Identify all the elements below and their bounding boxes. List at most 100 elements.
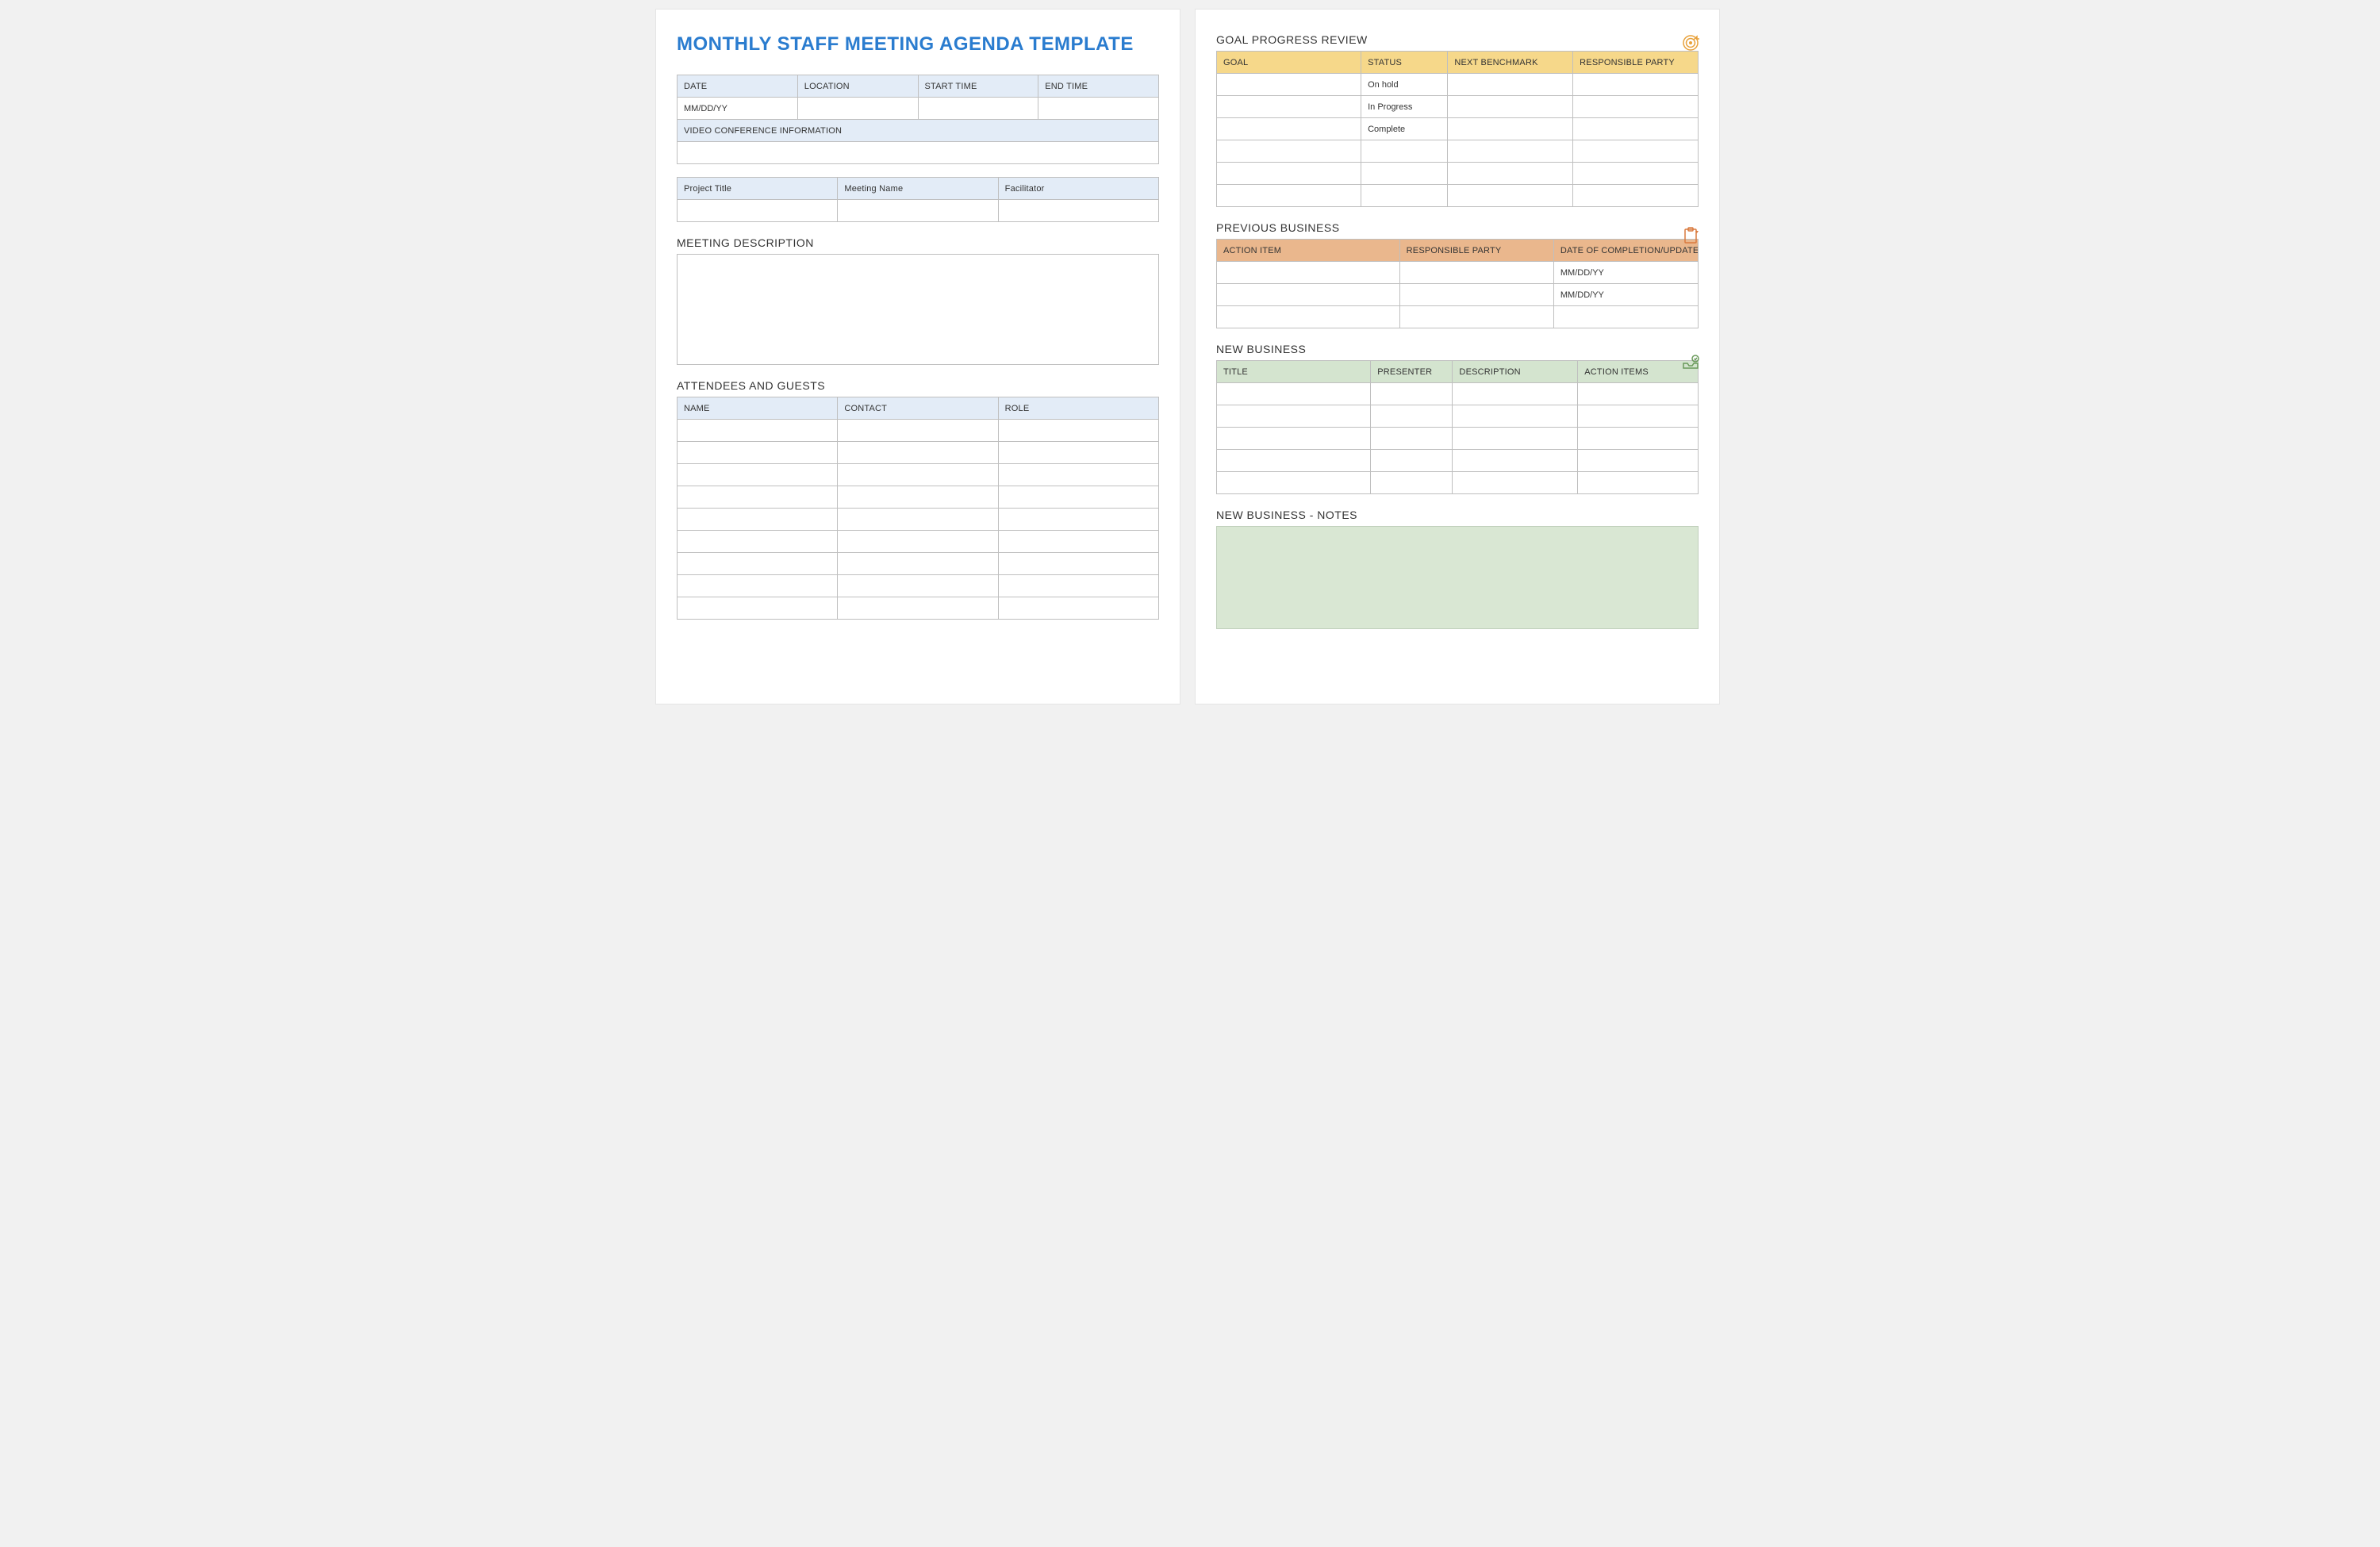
- table-cell[interactable]: [1371, 428, 1453, 450]
- start-time-cell[interactable]: [918, 98, 1038, 120]
- table-cell[interactable]: [1399, 284, 1553, 306]
- table-cell[interactable]: [998, 442, 1158, 464]
- table-row: [678, 464, 1159, 486]
- table-cell[interactable]: [1217, 185, 1361, 207]
- table-cell[interactable]: [1453, 450, 1578, 472]
- table-cell[interactable]: [1217, 163, 1361, 185]
- table-cell[interactable]: [678, 553, 838, 575]
- table-cell[interactable]: [1578, 405, 1699, 428]
- table-cell[interactable]: [1217, 472, 1371, 494]
- table-cell[interactable]: [838, 597, 998, 620]
- table-cell[interactable]: [838, 442, 998, 464]
- table-cell[interactable]: [1453, 428, 1578, 450]
- table-cell[interactable]: [1578, 383, 1699, 405]
- table-cell[interactable]: [678, 597, 838, 620]
- table-cell[interactable]: [678, 575, 838, 597]
- table-cell[interactable]: [1578, 428, 1699, 450]
- table-cell[interactable]: [1399, 262, 1553, 284]
- table-cell[interactable]: [1448, 118, 1573, 140]
- table-cell[interactable]: [998, 531, 1158, 553]
- table-cell[interactable]: [1371, 383, 1453, 405]
- table-cell[interactable]: [678, 531, 838, 553]
- table-cell[interactable]: [678, 420, 838, 442]
- table-cell[interactable]: [1217, 140, 1361, 163]
- table-cell[interactable]: [1448, 163, 1573, 185]
- date-cell[interactable]: MM/DD/YY: [678, 98, 798, 120]
- table-cell[interactable]: [1573, 118, 1699, 140]
- table-cell[interactable]: [678, 442, 838, 464]
- table-cell[interactable]: [1399, 306, 1553, 328]
- table-cell[interactable]: [1578, 450, 1699, 472]
- table-cell[interactable]: On hold: [1361, 74, 1448, 96]
- table-cell[interactable]: [1217, 262, 1400, 284]
- table-cell[interactable]: [1448, 74, 1573, 96]
- table-cell[interactable]: [1453, 472, 1578, 494]
- table-row: Complete: [1217, 118, 1699, 140]
- table-cell[interactable]: [1371, 450, 1453, 472]
- facilitator-cell[interactable]: [998, 200, 1158, 222]
- table-cell[interactable]: MM/DD/YY: [1553, 262, 1698, 284]
- table-row: [678, 420, 1159, 442]
- table-cell[interactable]: [998, 464, 1158, 486]
- table-cell[interactable]: [1217, 306, 1400, 328]
- table-cell[interactable]: [1573, 140, 1699, 163]
- table-cell[interactable]: [1453, 383, 1578, 405]
- meeting-name-cell[interactable]: [838, 200, 998, 222]
- table-cell[interactable]: [1573, 185, 1699, 207]
- table-cell[interactable]: [1217, 74, 1361, 96]
- table-cell[interactable]: [1371, 405, 1453, 428]
- table-cell[interactable]: [1217, 383, 1371, 405]
- table-row: MM/DD/YY: [1217, 262, 1699, 284]
- project-title-cell[interactable]: [678, 200, 838, 222]
- table-cell[interactable]: [1448, 140, 1573, 163]
- table-cell[interactable]: [998, 420, 1158, 442]
- meeting-info-header: END TIME: [1038, 75, 1159, 98]
- video-conf-cell[interactable]: [678, 142, 1159, 164]
- table-cell[interactable]: [838, 509, 998, 531]
- meeting-description-box[interactable]: [677, 254, 1159, 365]
- end-time-cell[interactable]: [1038, 98, 1159, 120]
- table-cell[interactable]: [1553, 306, 1698, 328]
- table-cell[interactable]: MM/DD/YY: [1553, 284, 1698, 306]
- table-cell[interactable]: [1361, 185, 1448, 207]
- table-cell[interactable]: [1573, 74, 1699, 96]
- table-cell[interactable]: [1361, 140, 1448, 163]
- table-cell[interactable]: [1217, 428, 1371, 450]
- table-cell[interactable]: [998, 486, 1158, 509]
- table-cell[interactable]: [838, 575, 998, 597]
- table-cell[interactable]: [1573, 163, 1699, 185]
- table-cell[interactable]: Complete: [1361, 118, 1448, 140]
- table-row: [1217, 306, 1699, 328]
- table-cell[interactable]: [838, 553, 998, 575]
- table-cell[interactable]: [1578, 472, 1699, 494]
- table-cell[interactable]: [678, 464, 838, 486]
- table-cell[interactable]: [838, 464, 998, 486]
- table-cell[interactable]: [1217, 96, 1361, 118]
- table-cell[interactable]: [998, 575, 1158, 597]
- location-cell[interactable]: [797, 98, 918, 120]
- attendees-header: CONTACT: [838, 397, 998, 420]
- table-cell[interactable]: [998, 509, 1158, 531]
- table-cell[interactable]: In Progress: [1361, 96, 1448, 118]
- table-cell[interactable]: [1371, 472, 1453, 494]
- table-cell[interactable]: [998, 597, 1158, 620]
- table-cell[interactable]: [838, 486, 998, 509]
- new-business-notes-box[interactable]: [1216, 526, 1699, 629]
- table-cell[interactable]: [838, 420, 998, 442]
- table-cell[interactable]: [1217, 450, 1371, 472]
- table-row: [1217, 405, 1699, 428]
- goal-progress-table: GOAL STATUS NEXT BENCHMARK RESPONSIBLE P…: [1216, 51, 1699, 207]
- table-cell[interactable]: [1217, 284, 1400, 306]
- table-cell[interactable]: [1217, 405, 1371, 428]
- table-row: [1217, 185, 1699, 207]
- table-cell[interactable]: [998, 553, 1158, 575]
- table-cell[interactable]: [678, 486, 838, 509]
- table-cell[interactable]: [1453, 405, 1578, 428]
- table-cell[interactable]: [838, 531, 998, 553]
- table-cell[interactable]: [678, 509, 838, 531]
- table-cell[interactable]: [1217, 118, 1361, 140]
- table-cell[interactable]: [1448, 96, 1573, 118]
- table-cell[interactable]: [1361, 163, 1448, 185]
- table-cell[interactable]: [1573, 96, 1699, 118]
- table-cell[interactable]: [1448, 185, 1573, 207]
